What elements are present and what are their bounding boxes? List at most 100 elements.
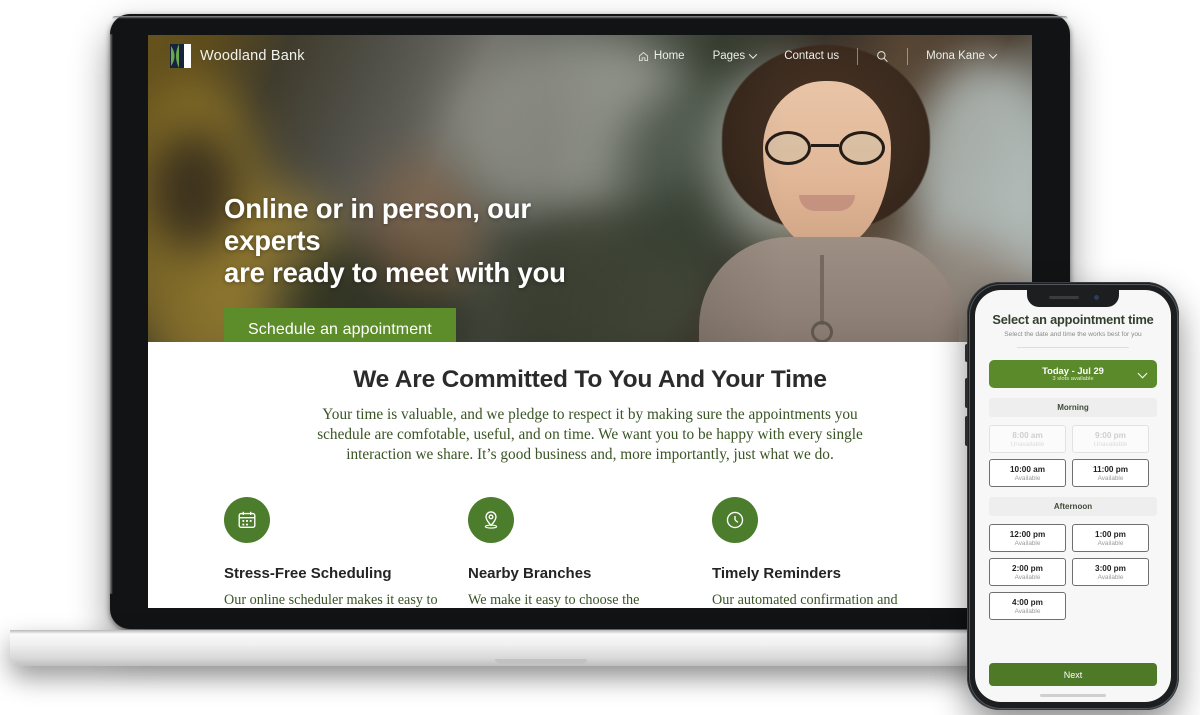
front-camera-icon	[1094, 295, 1099, 300]
nav-user-menu[interactable]: Mona Kane	[912, 50, 1010, 62]
brand[interactable]: Woodland Bank	[170, 44, 305, 68]
nav-search-button[interactable]	[862, 50, 903, 63]
nav-item-pages[interactable]: Pages	[699, 50, 771, 62]
time-slot-time: 4:00 pm	[1012, 597, 1043, 607]
calendar-icon	[238, 511, 256, 528]
phone-volume-down-button[interactable]	[965, 416, 968, 446]
nav-item-contact-us-label: Contact us	[784, 50, 840, 62]
navbar-right: Home Pages Contact us Mona Kane	[624, 47, 1010, 65]
phone-mute-switch[interactable]	[965, 344, 968, 362]
time-slot-time: 3:00 pm	[1095, 563, 1126, 573]
feature-stress-free-scheduling: Stress-Free Scheduling Our online schedu…	[224, 496, 468, 608]
site-navbar: Woodland Bank Home Pages Contact us Mona…	[148, 35, 1032, 77]
time-slot-time: 1:00 pm	[1095, 529, 1126, 539]
time-slot-time: 8:00 am	[1012, 430, 1043, 440]
laptop-device: Woodland Bank Home Pages Contact us Mona…	[10, 14, 1072, 666]
nav-item-contact-us[interactable]: Contact us	[770, 50, 853, 62]
time-slot[interactable]: 1:00 pm Available	[1072, 524, 1149, 552]
time-slot-status: Available	[1097, 474, 1124, 482]
committed-section: We Are Committed To You And Your Time Yo…	[148, 342, 1032, 608]
slot-grid-afternoon: 12:00 pm Available 1:00 pm Available 2:0…	[989, 524, 1157, 620]
time-slot-time: 10:00 am	[1009, 464, 1046, 474]
nav-item-home[interactable]: Home	[624, 50, 699, 62]
time-slot[interactable]: 10:00 am Available	[989, 459, 1066, 487]
time-slot[interactable]: 11:00 pm Available	[1072, 459, 1149, 487]
home-icon	[638, 51, 648, 61]
time-slot-status: Available	[1014, 607, 1041, 615]
feature-title: Timely Reminders	[712, 564, 841, 582]
feature-icon-badge	[468, 496, 514, 543]
date-selector-sublabel: 3 slots available	[1052, 376, 1094, 383]
phone-volume-up-button[interactable]	[965, 378, 968, 408]
slot-grid-morning: 8:00 am Unavailable 9:00 pm Unavailable …	[989, 425, 1157, 487]
brand-name: Woodland Bank	[200, 48, 305, 64]
chevron-down-icon	[988, 50, 998, 59]
schedule-appointment-button[interactable]: Schedule an appointment	[224, 307, 456, 342]
time-slot-status: Unavailable	[1093, 440, 1128, 448]
feature-timely-reminders: Timely Reminders Our automated confirmat…	[712, 496, 956, 608]
woodland-leaf-logo	[170, 44, 191, 68]
section-band-afternoon: Afternoon	[989, 497, 1157, 516]
time-slot-status: Available	[1097, 573, 1124, 581]
appointment-picker: Select an appointment time Select the da…	[975, 290, 1171, 620]
time-slot-status: Available	[1014, 474, 1041, 482]
next-button[interactable]: Next	[989, 663, 1157, 686]
time-slot[interactable]: 3:00 pm Available	[1072, 558, 1149, 586]
date-selector[interactable]: Today - Jul 29 3 slots available	[989, 360, 1157, 388]
laptop-base-notch	[495, 659, 587, 664]
nav-divider-right	[907, 47, 909, 65]
feature-text: We make it easy to choose the location t…	[468, 591, 640, 608]
time-slot[interactable]: 12:00 pm Available	[989, 524, 1066, 552]
time-slot-time: 11:00 pm	[1092, 464, 1129, 474]
hero-heading-line-2: are ready to meet with you	[224, 256, 566, 288]
home-indicator	[1040, 694, 1106, 697]
hero-section: Woodland Bank Home Pages Contact us Mona…	[148, 35, 1032, 342]
feature-title: Nearby Branches	[468, 564, 592, 582]
appointment-picker-title: Select an appointment time	[992, 312, 1154, 327]
clock-icon	[726, 511, 744, 528]
chevron-down-icon	[1137, 368, 1148, 379]
nav-item-pages-label: Pages	[712, 50, 746, 62]
divider	[1017, 347, 1129, 348]
nav-user-name: Mona Kane	[926, 50, 985, 62]
time-slot-status: Available	[1097, 539, 1124, 547]
laptop-base	[10, 630, 1072, 666]
time-slot: 9:00 pm Unavailable	[1072, 425, 1149, 453]
time-slot-status: Available	[1014, 573, 1041, 581]
time-slot-time: 9:00 pm	[1095, 430, 1126, 440]
earpiece-speaker-icon	[1049, 296, 1079, 299]
nav-divider-left	[857, 47, 859, 65]
phone-footer: Next	[989, 663, 1157, 686]
time-slot: 8:00 am Unavailable	[989, 425, 1066, 453]
appointment-picker-subtitle: Select the date and time the works best …	[1004, 331, 1142, 338]
chevron-down-icon	[748, 50, 758, 59]
time-slot[interactable]: 2:00 pm Available	[989, 558, 1066, 586]
features-row: Stress-Free Scheduling Our online schedu…	[148, 496, 1032, 608]
map-pin-icon	[484, 510, 498, 529]
time-slot-status: Available	[1014, 539, 1041, 547]
website-viewport: Woodland Bank Home Pages Contact us Mona…	[148, 35, 1032, 608]
search-icon	[877, 50, 888, 62]
section-heading: We Are Committed To You And Your Time	[353, 366, 827, 393]
feature-title: Stress-Free Scheduling	[224, 564, 392, 582]
feature-nearby-branches: Nearby Branches We make it easy to choos…	[468, 496, 712, 608]
time-slot[interactable]: 4:00 pm Available	[989, 592, 1066, 620]
section-paragraph: Your time is valuable, and we pledge to …	[317, 406, 863, 464]
feature-text: Our automated confirmation and reminder …	[712, 591, 898, 608]
phone-device: Select an appointment time Select the da…	[965, 282, 1179, 710]
nav-item-home-label: Home	[653, 50, 685, 62]
phone-screen: Select an appointment time Select the da…	[975, 290, 1171, 702]
hero-heading-line-1: Online or in person, our experts	[224, 193, 531, 256]
section-band-morning: Morning	[989, 398, 1157, 417]
time-slot-time: 2:00 pm	[1012, 563, 1043, 573]
feature-icon-badge	[224, 496, 270, 543]
hero-copy: Online or in person, our experts are rea…	[224, 193, 624, 342]
hero-heading: Online or in person, our experts are rea…	[224, 193, 624, 289]
time-slot-time: 12:00 pm	[1009, 529, 1046, 539]
date-selector-label: Today - Jul 29	[1042, 364, 1104, 376]
time-slot-status: Unavailable	[1010, 440, 1045, 448]
laptop-screen: Woodland Bank Home Pages Contact us Mona…	[148, 35, 1032, 608]
feature-text: Our online scheduler makes it easy to ge…	[224, 591, 438, 608]
phone-notch	[1027, 290, 1119, 307]
feature-icon-badge	[712, 496, 758, 543]
